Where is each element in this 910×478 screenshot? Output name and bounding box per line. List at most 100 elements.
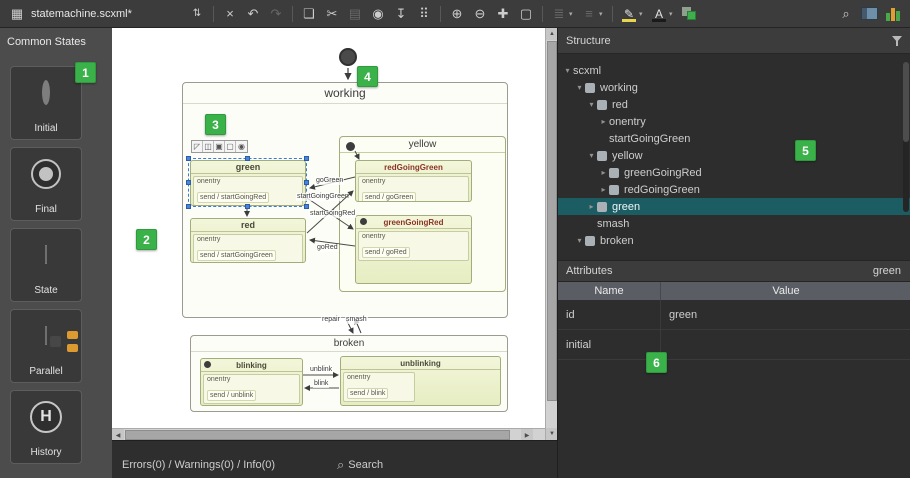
palette-final-button[interactable]: Final xyxy=(10,147,82,221)
zoom-in-icon[interactable]: ⊕ xyxy=(446,4,468,24)
tree-scroll-thumb[interactable] xyxy=(903,62,909,142)
selection-handle[interactable] xyxy=(186,156,191,161)
expand-icon[interactable]: ▾ xyxy=(586,151,597,160)
tool-resize-icon[interactable]: ◸ xyxy=(192,141,203,152)
palette-initial-button[interactable]: Initial xyxy=(10,66,82,140)
state-color-icon[interactable] xyxy=(681,6,699,22)
expand-icon[interactable]: ▾ xyxy=(574,83,585,92)
transition-label-smash[interactable]: smash xyxy=(345,316,368,324)
close-document-icon[interactable]: × xyxy=(219,4,241,24)
selection-mini-toolbar[interactable]: ◸ ◫ ▣ ▢ ◉ xyxy=(191,140,248,153)
statistics-icon[interactable] xyxy=(886,7,900,21)
navigator-panel-icon[interactable] xyxy=(861,7,878,20)
selection-handle[interactable] xyxy=(304,204,309,209)
selection-handle[interactable] xyxy=(186,180,191,185)
open-file-name[interactable]: statemachine.scxml* xyxy=(31,8,179,20)
attr-value-id[interactable]: green xyxy=(661,300,910,329)
transition-label-gored[interactable]: goRed xyxy=(316,244,339,252)
tree-item-greengoingred[interactable]: ▸ greenGoingRed xyxy=(558,164,910,181)
search-toolbar-icon[interactable]: ⌕ xyxy=(835,4,857,24)
selection-handle[interactable] xyxy=(304,156,309,161)
fit-to-view-icon[interactable]: ▢ xyxy=(515,4,537,24)
tool-color-icon[interactable]: ◉ xyxy=(236,141,247,152)
font-color-dropdown-icon[interactable]: ▾ xyxy=(669,10,677,18)
copy-icon[interactable]: ❏ xyxy=(298,4,320,24)
selection-handle[interactable] xyxy=(186,204,191,209)
transition-label-gogreen[interactable]: goGreen xyxy=(315,177,344,185)
expand-icon[interactable]: ▾ xyxy=(562,66,573,75)
transition-label-blink[interactable]: blink xyxy=(313,380,329,388)
paste-icon[interactable]: ▤ xyxy=(344,4,366,24)
initial-state-node[interactable] xyxy=(339,48,357,66)
horizontal-scroll-thumb[interactable] xyxy=(125,430,510,440)
tree-item-onentry[interactable]: ▸ onentry xyxy=(558,113,910,130)
canvas-vertical-scrollbar[interactable]: ▲ ▼ xyxy=(545,28,557,440)
state-redgoinggreen[interactable]: redGoingGreen onentry send / goGreen xyxy=(355,160,472,202)
tool-split-icon[interactable]: ◫ xyxy=(203,141,214,152)
state-red[interactable]: red onentry send / startGoingGreen xyxy=(190,218,306,263)
filter-icon[interactable] xyxy=(891,35,903,47)
blinking-initial-dot[interactable] xyxy=(204,361,211,368)
cut-icon[interactable]: ✂ xyxy=(321,4,343,24)
state-unblinking[interactable]: unblinking onentry send / blink xyxy=(340,356,501,406)
tree-item-scxml[interactable]: ▾ scxml xyxy=(558,62,910,79)
state-greengoingred[interactable]: greenGoingRed onentry send / goRed xyxy=(355,215,472,284)
screenshot-icon[interactable]: ◉ xyxy=(367,4,389,24)
expand-icon[interactable]: ▸ xyxy=(598,117,609,126)
selection-handle[interactable] xyxy=(245,156,250,161)
state-green[interactable]: green onentry send / startGoingRed xyxy=(190,160,306,206)
pan-icon[interactable]: ✚ xyxy=(492,4,514,24)
attribute-row-initial[interactable]: initial xyxy=(558,330,910,360)
font-color-icon[interactable]: A xyxy=(648,4,670,24)
diagram-surface[interactable]: working ◸ ◫ ▣ ▢ ◉ green onentry send / s… xyxy=(112,28,545,428)
tree-item-working[interactable]: ▾ working xyxy=(558,79,910,96)
expand-icon[interactable]: ▸ xyxy=(598,185,609,194)
transition-label-startgoinggreen[interactable]: startGoingGreen xyxy=(296,193,342,201)
selection-handle[interactable] xyxy=(245,204,250,209)
state-blinking[interactable]: blinking onentry send / unblink xyxy=(200,358,303,406)
errors-warnings-info[interactable]: Errors(0) / Warnings(0) / Info(0) xyxy=(122,459,275,471)
transition-label-startgoingred[interactable]: startGoingRed xyxy=(309,210,356,218)
transition-label-repair[interactable]: repair xyxy=(321,316,341,324)
tree-item-smash[interactable]: smash xyxy=(558,215,910,232)
attr-value-initial[interactable] xyxy=(661,330,910,359)
expand-icon[interactable]: ▾ xyxy=(586,100,597,109)
adjust-dropdown-icon[interactable]: ▾ xyxy=(599,10,607,18)
transition-label-unblink[interactable]: unblink xyxy=(309,366,333,374)
tree-item-yellow[interactable]: ▾ yellow xyxy=(558,147,910,164)
tree-item-redgoinggreen[interactable]: ▸ redGoingGreen xyxy=(558,181,910,198)
zoom-out-icon[interactable]: ⊖ xyxy=(469,4,491,24)
export-icon[interactable]: ↧ xyxy=(390,4,412,24)
toolbar-separator xyxy=(612,6,613,22)
yellow-initial-dot[interactable] xyxy=(346,142,355,151)
adjust-states-icon[interactable]: ≡ xyxy=(578,4,600,24)
tree-item-startgoinggreen[interactable]: startGoingGreen xyxy=(558,130,910,147)
align-states-icon[interactable]: ≣ xyxy=(548,4,570,24)
palette-parallel-button[interactable]: Parallel xyxy=(10,309,82,383)
selection-handle[interactable] xyxy=(304,180,309,185)
align-dropdown-icon[interactable]: ▾ xyxy=(569,10,577,18)
expand-icon[interactable]: ▸ xyxy=(598,168,609,177)
adjust-grid-icon[interactable]: ⠿ xyxy=(413,4,435,24)
tree-item-broken[interactable]: ▾ broken xyxy=(558,232,910,249)
tool-zoom-state-icon[interactable]: ▣ xyxy=(214,141,225,152)
palette-history-button[interactable]: H History xyxy=(10,390,82,464)
search-control[interactable]: ⌕ Search xyxy=(337,457,383,473)
tree-item-green-selected[interactable]: ▸ green xyxy=(558,198,910,215)
redo-icon[interactable]: ↷ xyxy=(265,4,287,24)
file-switcher-icon[interactable]: ⇅ xyxy=(186,4,208,24)
canvas-horizontal-scrollbar[interactable]: ◀ ▶ xyxy=(112,428,545,440)
tool-box-icon[interactable]: ▢ xyxy=(225,141,236,152)
undo-icon[interactable]: ↶ xyxy=(242,4,264,24)
tree-scrollbar[interactable] xyxy=(903,62,909,212)
attribute-row-id[interactable]: id green xyxy=(558,300,910,330)
diagram-canvas[interactable]: working ◸ ◫ ▣ ▢ ◉ green onentry send / s… xyxy=(112,28,557,440)
tree-item-red[interactable]: ▾ red xyxy=(558,96,910,113)
palette-state-button[interactable]: State xyxy=(10,228,82,302)
expand-icon[interactable]: ▾ xyxy=(574,236,585,245)
vertical-scroll-thumb[interactable] xyxy=(547,41,557,401)
highlighter-dropdown-icon[interactable]: ▾ xyxy=(639,10,647,18)
greengoingred-dot[interactable] xyxy=(360,218,367,225)
highlighter-color-icon[interactable]: ✎ xyxy=(618,4,640,24)
expand-icon[interactable]: ▸ xyxy=(586,202,597,211)
